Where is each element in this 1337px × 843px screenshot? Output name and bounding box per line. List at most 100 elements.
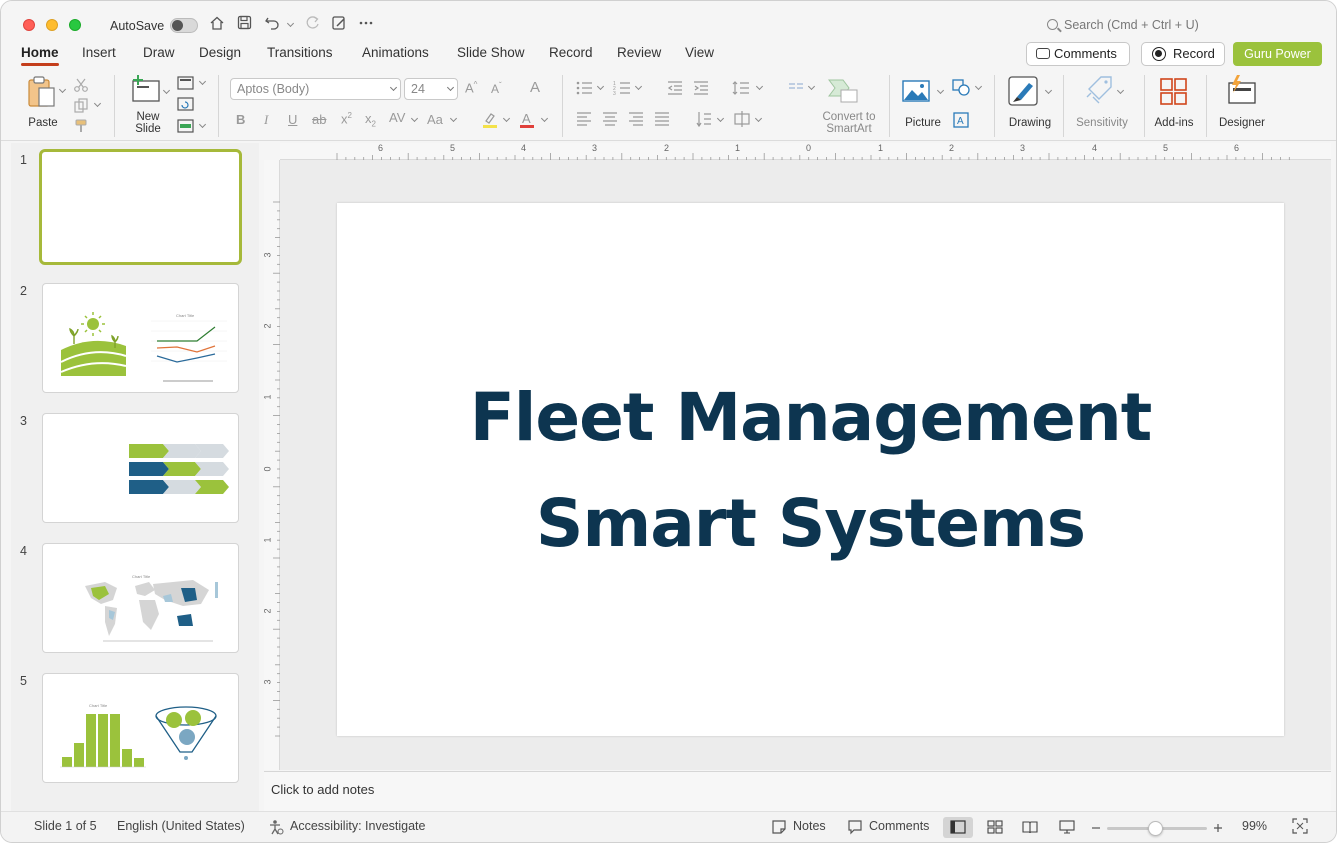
justify-icon[interactable] (654, 112, 670, 126)
slide-thumbnail-4[interactable]: Chart Title (42, 543, 239, 653)
section-dropdown-icon[interactable] (198, 120, 207, 129)
drawing-dropdown-icon[interactable] (1044, 86, 1053, 95)
edit-document-icon[interactable] (329, 15, 349, 35)
superscript-icon[interactable]: x2 (341, 111, 352, 126)
save-icon[interactable] (234, 15, 254, 35)
tab-design[interactable]: Design (199, 45, 241, 60)
bold-icon[interactable]: B (236, 112, 245, 127)
highlight-icon[interactable] (481, 111, 499, 129)
slide-thumbnail-1[interactable] (39, 149, 242, 265)
fit-to-window-icon[interactable] (1292, 818, 1308, 834)
autosave-toggle[interactable] (170, 18, 198, 33)
comments-button[interactable]: Comments (1026, 42, 1130, 66)
font-color-dropdown-icon[interactable] (540, 114, 549, 123)
highlight-dropdown-icon[interactable] (502, 114, 511, 123)
align-text-dropdown-icon[interactable] (754, 114, 763, 123)
search-box[interactable]: Search (Cmd + Ctrl + U) (1047, 18, 1199, 32)
italic-icon[interactable]: I (264, 112, 268, 128)
line-spacing-icon[interactable] (732, 80, 750, 96)
reading-view-button[interactable] (1015, 817, 1045, 838)
align-left-icon[interactable] (576, 112, 592, 126)
new-slide-button[interactable]: New Slide (125, 75, 171, 135)
comments-toggle[interactable]: Comments (869, 819, 929, 833)
paste-dropdown-icon[interactable] (58, 85, 67, 94)
smartart-icon[interactable] (827, 78, 859, 104)
columns-icon[interactable] (788, 80, 804, 96)
zoom-in-icon[interactable] (1212, 822, 1224, 834)
align-right-icon[interactable] (628, 112, 644, 126)
strikethrough-icon[interactable]: ab (312, 112, 326, 127)
tab-insert[interactable]: Insert (82, 45, 116, 60)
font-size-dropdown[interactable]: 24 (404, 78, 458, 100)
decrease-font-size-icon[interactable]: Aˇ (491, 81, 502, 96)
designer-button[interactable]: Designer (1215, 75, 1269, 133)
notes-toggle[interactable]: Notes (793, 819, 826, 833)
language-status[interactable]: English (United States) (117, 819, 245, 833)
slide-sorter-view-button[interactable] (980, 817, 1010, 838)
line-spacing-dropdown-icon[interactable] (755, 82, 764, 91)
numbering-icon[interactable]: 123 (613, 80, 631, 96)
columns-dropdown-icon[interactable] (807, 82, 816, 91)
undo-dropdown-icon[interactable] (286, 19, 295, 28)
clear-formatting-icon[interactable]: A (530, 79, 540, 96)
add-ins-button[interactable]: Add-ins (1151, 75, 1197, 133)
tab-home[interactable]: Home (21, 45, 59, 66)
increase-font-size-icon[interactable]: A^ (465, 80, 477, 95)
minimize-window-button[interactable] (46, 19, 58, 31)
tab-animations[interactable]: Animations (362, 45, 429, 60)
tab-slide-show[interactable]: Slide Show (457, 45, 525, 60)
paste-button[interactable]: Paste (23, 75, 67, 133)
zoom-level[interactable]: 99% (1242, 819, 1267, 833)
slide-thumbnail-3[interactable] (42, 413, 239, 523)
zoom-slider-handle[interactable] (1148, 821, 1163, 836)
normal-view-button[interactable] (943, 817, 973, 838)
slide-thumbnail-2[interactable]: Chart Title (42, 283, 239, 393)
text-direction-dropdown-icon[interactable] (716, 114, 725, 123)
slide-thumbnail-5[interactable]: Chart Title (42, 673, 239, 783)
tab-transitions[interactable]: Transitions (267, 45, 333, 60)
font-color-icon[interactable]: A (518, 111, 536, 129)
change-case-icon[interactable]: Aa (427, 112, 443, 127)
increase-indent-icon[interactable] (693, 80, 709, 96)
tab-draw[interactable]: Draw (143, 45, 175, 60)
font-name-dropdown[interactable]: Aptos (Body) (230, 78, 401, 100)
underline-icon[interactable]: U (288, 112, 297, 127)
picture-dropdown-icon[interactable] (936, 86, 945, 95)
guru-power-button[interactable]: Guru Power (1233, 42, 1322, 66)
character-spacing-icon[interactable]: AV (389, 110, 405, 125)
text-box-icon[interactable]: A (952, 111, 970, 129)
current-slide[interactable]: Fleet Management Smart Systems (337, 203, 1284, 736)
shapes-dropdown-icon[interactable] (974, 82, 983, 91)
layout-dropdown-icon[interactable] (198, 77, 207, 86)
record-button[interactable]: Record (1141, 42, 1225, 66)
change-case-dropdown-icon[interactable] (449, 114, 458, 123)
layout-icon[interactable] (177, 75, 195, 91)
align-center-icon[interactable] (602, 112, 618, 126)
slide-title[interactable]: Fleet Management Smart Systems (337, 365, 1284, 577)
notes-pane[interactable]: Click to add notes (264, 771, 1331, 811)
new-slide-dropdown-icon[interactable] (162, 86, 171, 95)
more-options-icon[interactable] (356, 15, 376, 35)
drawing-button[interactable]: Drawing (1005, 75, 1055, 133)
character-spacing-dropdown-icon[interactable] (410, 114, 419, 123)
slide-show-view-button[interactable] (1052, 817, 1082, 838)
bullets-icon[interactable] (575, 80, 593, 96)
accessibility-status[interactable]: Accessibility: Investigate (290, 819, 425, 833)
reset-slide-icon[interactable] (177, 96, 195, 112)
decrease-indent-icon[interactable] (667, 80, 683, 96)
numbering-dropdown-icon[interactable] (634, 82, 643, 91)
close-window-button[interactable] (23, 19, 35, 31)
section-icon[interactable] (177, 118, 195, 134)
undo-icon[interactable] (262, 15, 282, 35)
tab-review[interactable]: Review (617, 45, 661, 60)
tab-view[interactable]: View (685, 45, 714, 60)
zoom-window-button[interactable] (69, 19, 81, 31)
tab-record[interactable]: Record (549, 45, 593, 60)
text-direction-icon[interactable] (695, 110, 713, 128)
home-icon[interactable] (207, 15, 227, 35)
align-text-icon[interactable] (733, 110, 751, 128)
subscript-icon[interactable]: x2 (365, 111, 376, 129)
bullets-dropdown-icon[interactable] (596, 82, 605, 91)
picture-button[interactable]: Picture (899, 75, 947, 133)
zoom-out-icon[interactable] (1090, 822, 1102, 834)
